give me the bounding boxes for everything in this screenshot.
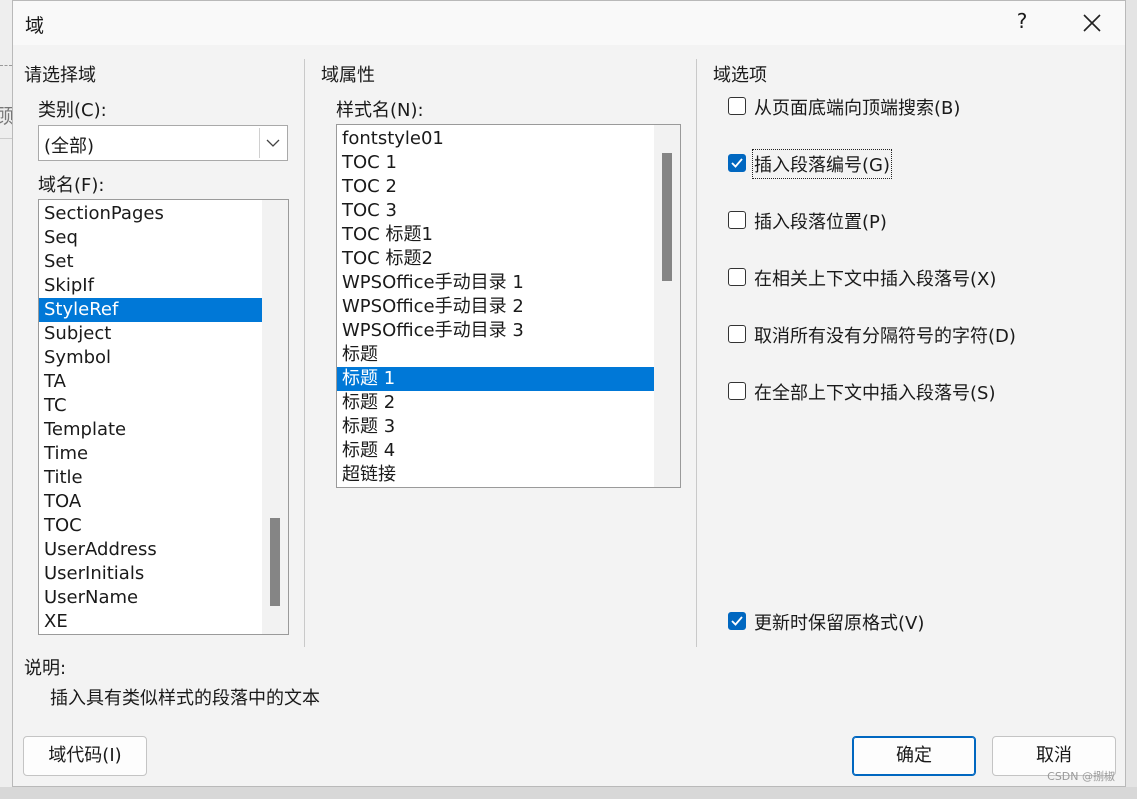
section-divider xyxy=(304,59,305,647)
list-item[interactable]: Template xyxy=(39,418,288,442)
option-label: 插入段落编号(G) xyxy=(752,149,892,179)
list-item[interactable]: UserName xyxy=(39,586,288,610)
help-button[interactable]: ? xyxy=(1009,9,1035,37)
field-list-scroll-thumb[interactable] xyxy=(270,518,280,606)
style-names-list[interactable]: fontstyle01 TOC 1 TOC 2 TOC 3 TOC 标题1 TOC 标题2… xyxy=(336,124,681,488)
list-item[interactable]: Symbol xyxy=(39,346,288,370)
section-divider xyxy=(696,59,697,647)
checkmark-icon xyxy=(731,158,743,168)
list-item[interactable]: 标题 4 xyxy=(337,439,680,463)
background-document-strip: 顾 xyxy=(0,0,14,799)
list-item[interactable]: Time xyxy=(39,442,288,466)
style-name-label: 样式名(N): xyxy=(336,100,424,121)
section-title-select-field: 请选择域 xyxy=(24,65,96,86)
list-item[interactable]: Subject xyxy=(39,322,288,346)
field-dialog: 域 ? 请选择域 类别(C): (全部) 域名(F): SectionPages… xyxy=(12,0,1126,787)
list-item[interactable]: TC xyxy=(39,394,288,418)
ok-button[interactable]: 确定 xyxy=(852,736,976,776)
checkbox[interactable] xyxy=(728,154,746,172)
list-item[interactable]: SkipIf xyxy=(39,274,288,298)
field-list-scrollbar[interactable] xyxy=(262,200,288,634)
list-item[interactable]: UserInitials xyxy=(39,562,288,586)
list-item[interactable]: 超链接 xyxy=(337,463,680,487)
description-title: 说明: xyxy=(24,658,67,679)
option-label: 更新时保留原格式(V) xyxy=(754,613,925,634)
list-item[interactable]: fontstyle01 xyxy=(337,127,680,151)
list-item[interactable]: StyleRef xyxy=(39,298,262,322)
list-item[interactable]: 标题 3 xyxy=(337,415,680,439)
list-item[interactable]: WPSOffice手动目录 3 xyxy=(337,319,680,343)
list-item[interactable]: TOC xyxy=(39,514,288,538)
background-divider xyxy=(0,138,12,789)
list-item[interactable]: UserAddress xyxy=(39,538,288,562)
checkbox[interactable] xyxy=(728,612,746,630)
option-label: 在相关上下文中插入段落号(X) xyxy=(754,269,997,290)
field-codes-button[interactable]: 域代码(I) xyxy=(23,736,147,776)
style-list-scroll-thumb[interactable] xyxy=(662,153,672,281)
dialog-title: 域 xyxy=(25,15,45,37)
list-item[interactable]: 标题 1 xyxy=(337,367,654,391)
option-label: 插入段落位置(P) xyxy=(754,212,887,233)
style-list-scrollbar[interactable] xyxy=(654,125,680,487)
option-label: 从页面底端向顶端搜索(B) xyxy=(754,98,961,119)
list-item[interactable]: TOC 3 xyxy=(337,199,680,223)
list-item[interactable]: XE xyxy=(39,610,288,634)
section-title-field-properties: 域属性 xyxy=(321,65,375,86)
category-dropdown[interactable]: (全部) xyxy=(38,125,288,161)
option-label: 在全部上下文中插入段落号(S) xyxy=(754,383,996,404)
description-text: 插入具有类似样式的段落中的文本 xyxy=(50,688,320,709)
close-icon xyxy=(1083,14,1101,32)
list-item[interactable]: SectionPages xyxy=(39,202,288,226)
list-item[interactable]: WPSOffice手动目录 1 xyxy=(337,271,680,295)
list-item[interactable]: 标题 2 xyxy=(337,391,680,415)
checkbox[interactable] xyxy=(728,211,746,229)
close-button[interactable] xyxy=(1075,7,1109,39)
title-bar: 域 ? xyxy=(13,1,1125,45)
option-label: 取消所有没有分隔符号的字符(D) xyxy=(754,326,1016,347)
field-names-list[interactable]: SectionPages Seq Set SkipIf StyleRef Subject S… xyxy=(38,199,289,635)
background-divider xyxy=(0,65,12,66)
checkbox[interactable] xyxy=(728,382,746,400)
watermark: CSDN @捌椒 xyxy=(1047,770,1115,783)
field-names-label: 域名(F): xyxy=(38,175,105,196)
background-bottom-bar xyxy=(0,787,1137,799)
category-label: 类别(C): xyxy=(38,100,107,121)
category-value: (全部) xyxy=(44,136,95,157)
list-item[interactable]: TOA xyxy=(39,490,288,514)
section-title-field-options: 域选项 xyxy=(713,65,767,86)
list-item[interactable]: Seq xyxy=(39,226,288,250)
list-item[interactable]: TA xyxy=(39,370,288,394)
list-item[interactable]: TOC 2 xyxy=(337,175,680,199)
checkbox[interactable] xyxy=(728,97,746,115)
chevron-down-icon xyxy=(266,139,280,147)
list-item[interactable]: WPSOffice手动目录 2 xyxy=(337,295,680,319)
checkbox[interactable] xyxy=(728,268,746,286)
list-item[interactable]: Set xyxy=(39,250,288,274)
list-item[interactable]: Title xyxy=(39,466,288,490)
dropdown-button[interactable] xyxy=(259,128,285,158)
list-item[interactable]: 标题 xyxy=(337,343,680,367)
list-item[interactable]: TOC 1 xyxy=(337,151,680,175)
list-item[interactable]: TOC 标题2 xyxy=(337,247,680,271)
list-item[interactable]: TOC 标题1 xyxy=(337,223,680,247)
checkbox[interactable] xyxy=(728,325,746,343)
checkmark-icon xyxy=(731,616,743,626)
